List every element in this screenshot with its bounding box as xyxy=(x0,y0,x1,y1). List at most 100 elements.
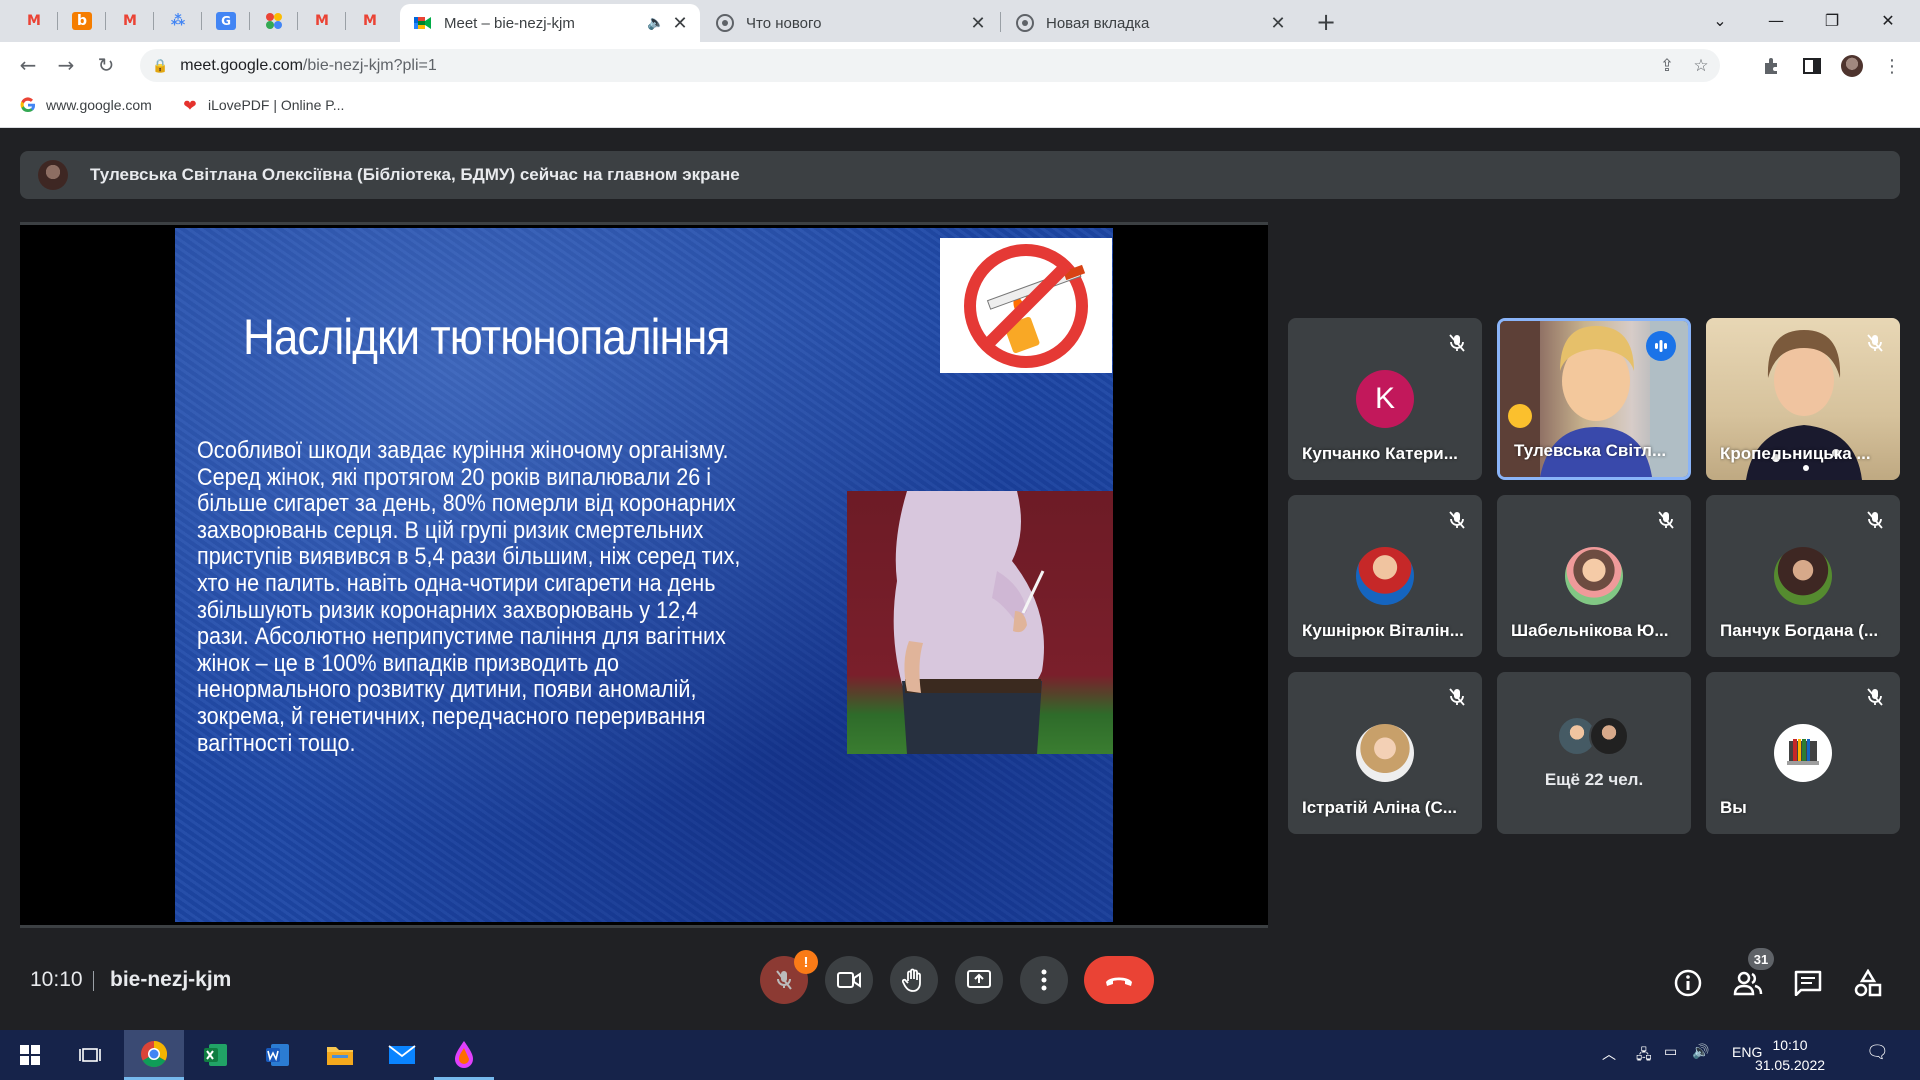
pinned-tab-blogger[interactable]: b xyxy=(58,0,106,42)
leave-call-button[interactable] xyxy=(1084,956,1154,1004)
participant-name: Купчанко Катери... xyxy=(1302,444,1458,463)
participant-tile[interactable]: Істратій Аліна (С... xyxy=(1288,672,1482,834)
participant-count-badge: 31 xyxy=(1748,948,1774,970)
more-participants-tile[interactable]: Ещё 22 чел. xyxy=(1497,672,1691,834)
mic-off-icon xyxy=(1655,509,1677,531)
participant-tile[interactable]: Кушнірюк Віталін... xyxy=(1288,495,1482,657)
taskbar-file-explorer[interactable] xyxy=(310,1030,370,1080)
activities-icon[interactable] xyxy=(1853,968,1883,998)
mic-off-icon xyxy=(1446,686,1468,708)
restore-window-icon[interactable]: ❐ xyxy=(1804,0,1860,40)
windows-logo-icon xyxy=(20,1045,40,1065)
participant-tile[interactable]: Шабельнікова Ю... xyxy=(1497,495,1691,657)
taskbar-mail[interactable] xyxy=(372,1030,432,1080)
bookmark-star-icon[interactable]: ☆ xyxy=(1690,55,1712,77)
participant-name: Вы xyxy=(1720,798,1747,817)
tab-meet[interactable]: Meet – bie-nezj-kjm 🔈 ✕ xyxy=(400,4,700,42)
close-tab-icon[interactable]: ✕ xyxy=(968,13,988,34)
present-screen-button[interactable] xyxy=(955,956,1003,1004)
gmail-icon: M xyxy=(363,13,377,29)
mic-off-icon xyxy=(1864,332,1886,354)
raise-hand-button[interactable] xyxy=(890,956,938,1004)
reload-icon[interactable]: ↻ xyxy=(92,51,120,79)
meet-controls-bar: 10:10 bie-nezj-kjm ! 31 xyxy=(0,926,1920,1030)
toggle-camera-button[interactable] xyxy=(825,956,873,1004)
translate-icon: G xyxy=(216,12,236,30)
taskbar-word[interactable] xyxy=(248,1030,308,1080)
minimize-window-icon[interactable]: — xyxy=(1748,0,1804,40)
participants-icon[interactable] xyxy=(1733,968,1763,998)
volume-icon[interactable]: 🔊 xyxy=(1692,1044,1709,1060)
bookmark-label: iLovePDF | Online P... xyxy=(208,97,345,113)
more-menu-icon[interactable]: ⋮ xyxy=(1880,54,1904,78)
battery-icon[interactable]: ▭ xyxy=(1664,1044,1677,1060)
address-bar[interactable]: 🔒 meet.google.com/bie-nezj-kjm?pli=1 ⇪ ☆ xyxy=(140,49,1720,82)
lock-icon[interactable]: 🔒 xyxy=(152,58,168,74)
chrome-icon xyxy=(716,14,734,32)
pinned-tab-apps[interactable] xyxy=(250,0,298,42)
more-options-button[interactable] xyxy=(1020,956,1068,1004)
avatar: K xyxy=(1356,370,1414,428)
tab-search-icon[interactable]: ⌄ xyxy=(1692,0,1748,40)
task-view-button[interactable] xyxy=(60,1030,120,1080)
chat-icon[interactable] xyxy=(1793,968,1823,998)
share-icon[interactable]: ⇪ xyxy=(1656,55,1678,77)
mic-warning-badge[interactable]: ! xyxy=(794,950,818,974)
close-tab-icon[interactable]: ✕ xyxy=(670,13,690,34)
taskbar-chrome[interactable] xyxy=(124,1030,184,1080)
notifications-icon[interactable]: 🗨 xyxy=(1866,1042,1889,1063)
taskbar-excel[interactable] xyxy=(186,1030,246,1080)
mic-off-icon xyxy=(776,970,792,990)
camera-icon xyxy=(837,972,861,988)
extensions-icon[interactable] xyxy=(1760,54,1784,78)
close-window-icon[interactable]: ✕ xyxy=(1860,0,1916,40)
back-icon[interactable]: ← xyxy=(14,51,42,79)
mic-off-icon xyxy=(1864,686,1886,708)
avatar xyxy=(1356,547,1414,605)
meeting-details-icon[interactable] xyxy=(1673,968,1703,998)
self-tile[interactable]: Вы xyxy=(1706,672,1900,834)
side-panel-icon[interactable] xyxy=(1800,54,1824,78)
network-icon[interactable]: 🖧 xyxy=(1636,1044,1652,1068)
divider xyxy=(93,971,94,991)
paint-drop-icon xyxy=(455,1040,473,1068)
pinned-tab-gmail[interactable]: M xyxy=(346,0,394,42)
participant-name: Панчук Богдана (... xyxy=(1720,621,1879,640)
forward-icon[interactable]: → xyxy=(52,51,80,79)
new-tab-button[interactable]: + xyxy=(1312,8,1340,36)
presentation-stage[interactable]: Наслідки тютюнопаління Особливої шкоди з… xyxy=(20,222,1268,928)
system-clock[interactable]: 10:10 31.05.2022 xyxy=(1745,1035,1835,1075)
pinned-tab-gmail[interactable]: M xyxy=(106,0,154,42)
tab-new-tab[interactable]: Новая вкладка ✕ xyxy=(1002,4,1298,42)
close-tab-icon[interactable]: ✕ xyxy=(1268,13,1288,34)
pinned-tab-gmail[interactable]: M xyxy=(298,0,346,42)
folder-icon xyxy=(327,1047,353,1065)
pinned-tab-translate[interactable]: G xyxy=(202,0,250,42)
presenter-avatar xyxy=(38,160,68,190)
mic-off-icon xyxy=(1864,509,1886,531)
tab-whats-new[interactable]: Что нового ✕ xyxy=(702,4,998,42)
bookmark-label: www.google.com xyxy=(46,97,152,113)
bookmark-ilovepdf[interactable]: ❤ iLovePDF | Online P... xyxy=(182,96,345,115)
participant-tile-speaking[interactable]: Тулевська Світл... xyxy=(1497,318,1691,480)
participant-tile[interactable]: K Купчанко Катери... xyxy=(1288,318,1482,480)
bookmark-google[interactable]: www.google.com xyxy=(20,97,152,113)
meet-icon xyxy=(414,14,432,32)
profile-avatar[interactable] xyxy=(1840,54,1864,78)
participant-tile[interactable]: Кропельницька ... xyxy=(1706,318,1900,480)
system-time: 10:10 xyxy=(1772,1037,1808,1053)
dashboard-icon: ⁂ xyxy=(170,13,186,29)
mic-off-icon xyxy=(1446,509,1468,531)
windows-start-button[interactable] xyxy=(0,1030,60,1080)
meeting-code: bie-nezj-kjm xyxy=(110,968,232,991)
google-icon xyxy=(20,97,36,113)
speaking-indicator-icon xyxy=(1646,331,1676,361)
show-hidden-icons[interactable]: ︿ xyxy=(1602,1044,1616,1064)
taskbar-paint[interactable] xyxy=(434,1030,494,1080)
participant-name: Кропельницька ... xyxy=(1720,444,1871,463)
pinned-tab-gmail[interactable]: M xyxy=(10,0,58,42)
tab-audio-icon[interactable]: 🔈 xyxy=(646,13,666,33)
system-date: 31.05.2022 xyxy=(1754,1057,1826,1073)
participant-tile[interactable]: Панчук Богдана (... xyxy=(1706,495,1900,657)
pinned-tab-dashboard[interactable]: ⁂ xyxy=(154,0,202,42)
